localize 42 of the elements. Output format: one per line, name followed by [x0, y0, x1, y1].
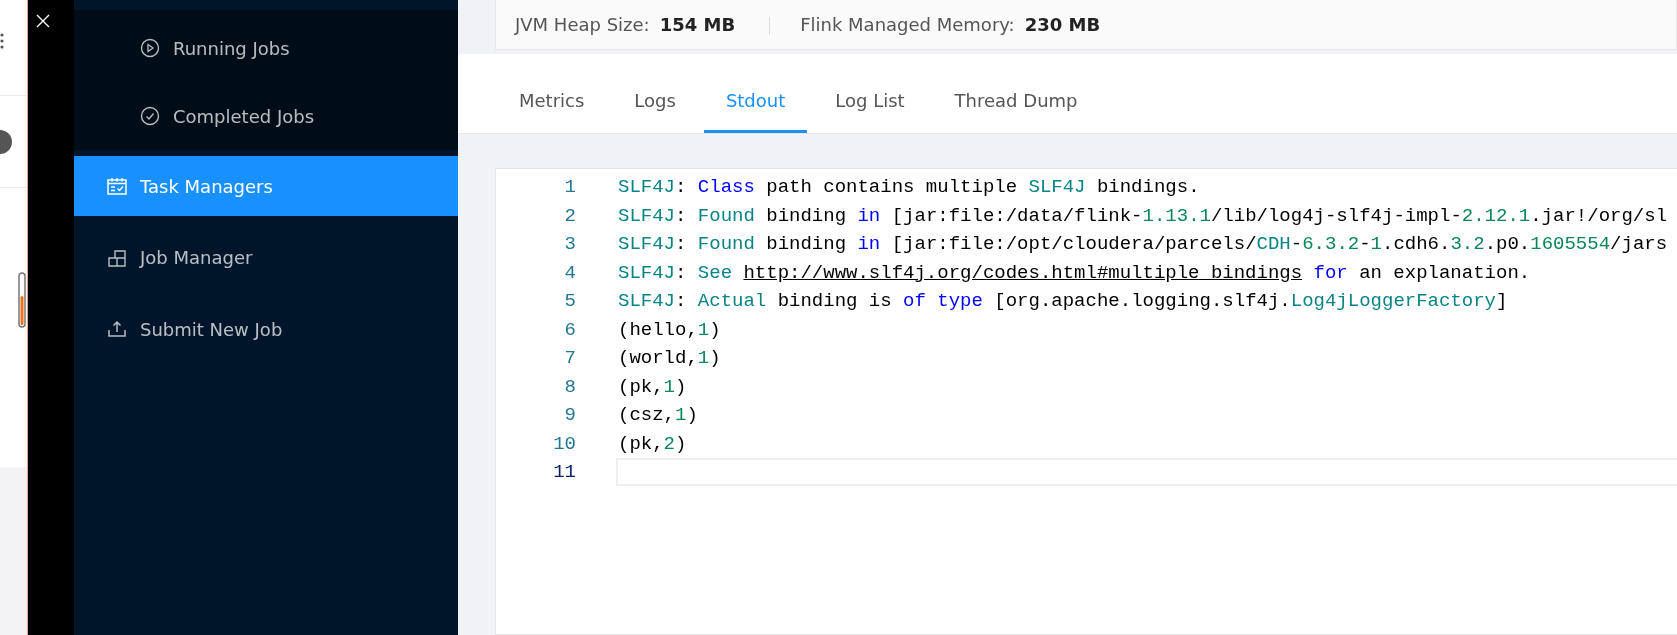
log-line: (pk,1) — [618, 374, 687, 400]
line-number: 9 — [563, 403, 576, 428]
log-line: SLF4J: Found binding in [jar:file:/opt/cloudera/parcels/CDH-6.3.2-1.cdh6.3.2.p0.1605554/jars — [618, 232, 1668, 257]
menu-item[interactable]: Running Jobs — [74, 18, 458, 78]
log-line: (hello,1) — [618, 317, 721, 343]
line-number: 3 — [563, 232, 576, 257]
line-number: 10 — [552, 431, 576, 457]
menu-item[interactable]: Completed Jobs — [74, 86, 458, 146]
log-line: SLF4J: Found binding in [jar:file:/data/flink-1.13.1/lib/log4j-slf4j-impl-2.12.1.jar!/org/sl — [618, 203, 1668, 229]
log-line: SLF4J: See http://www.slf4j.org/codes.html#multiple_bindings for an explanation. — [618, 260, 1531, 286]
log-line: SLF4J: Class path contains multiple SLF4J bindings. — [618, 175, 1200, 200]
close-icon[interactable] — [36, 13, 50, 28]
menu-item[interactable]: Submit New Job — [74, 299, 458, 359]
tab[interactable]: Metrics — [519, 87, 585, 133]
log-line: (pk,2) — [618, 431, 687, 457]
blocks-icon — [107, 247, 127, 268]
stat-label: JVM Heap Size: — [515, 13, 650, 37]
play-circle-icon — [140, 38, 160, 58]
scrollbar[interactable] — [18, 272, 26, 328]
line-number: 8 — [563, 374, 576, 400]
tab[interactable]: Thread Dump — [954, 87, 1078, 133]
line-number: 4 — [563, 260, 576, 286]
line-number: 7 — [563, 346, 576, 371]
check-circle-icon — [140, 106, 160, 126]
log-line: (world,1) — [618, 346, 721, 371]
line-number: 1 — [563, 175, 576, 200]
upload-icon — [107, 319, 127, 339]
line-number: 6 — [563, 317, 576, 343]
stat-value: 154 MB — [659, 13, 736, 37]
avatar-icon[interactable] — [0, 127, 12, 156]
tab[interactable]: Logs — [634, 87, 676, 133]
menu-item[interactable]: Job Manager — [74, 227, 458, 288]
tab[interactable]: Log List — [835, 87, 905, 133]
log-line: SLF4J: Actual binding is of type [org.apache.logging.slf4j.Log4jLoggerFactory] — [618, 289, 1508, 314]
line-number: 2 — [563, 203, 576, 229]
stat-value: 230 MB — [1024, 13, 1101, 37]
log-line: (csz,1) — [618, 403, 698, 428]
calendar-icon — [107, 176, 127, 196]
stat-label: Flink Managed Memory: — [800, 13, 1015, 37]
line-number: 11 — [552, 460, 576, 485]
line-number: 5 — [563, 289, 576, 314]
link[interactable]: http://www.slf4j.org/codes.html#multiple_bindings — [743, 261, 1303, 284]
